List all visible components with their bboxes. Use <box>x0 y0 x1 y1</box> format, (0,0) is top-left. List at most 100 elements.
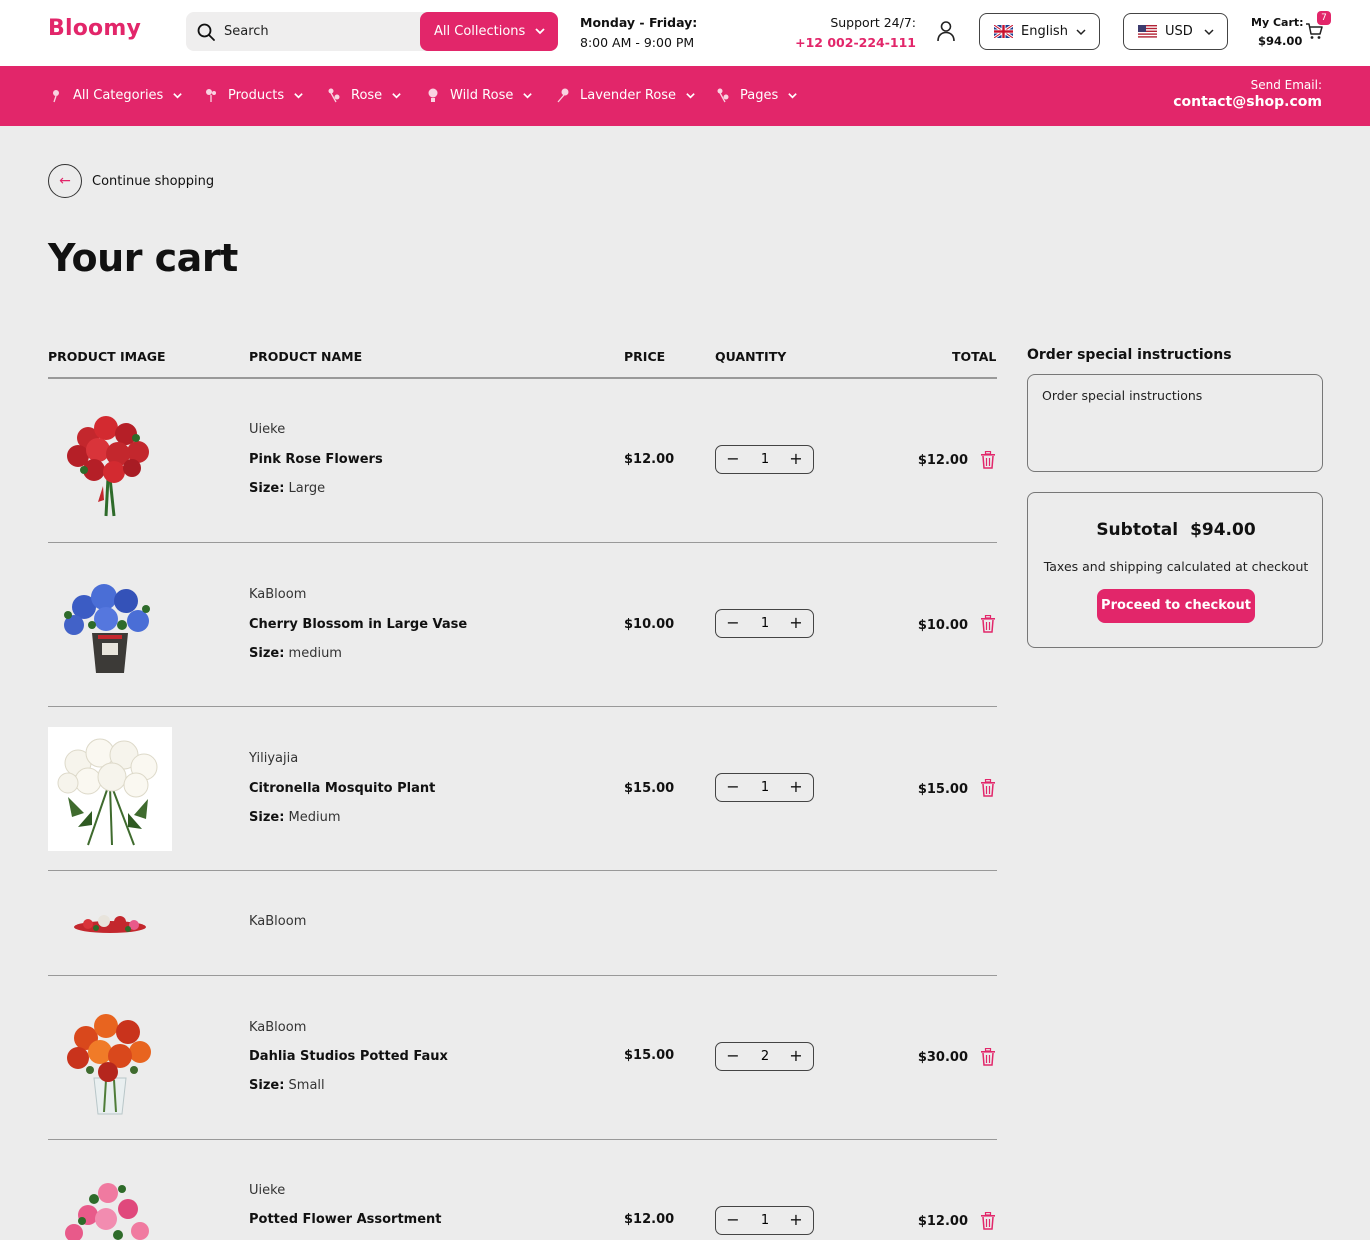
arrow-left-icon[interactable]: ← <box>48 164 82 198</box>
product-image[interactable] <box>48 398 172 522</box>
currency-selector[interactable]: USD <box>1123 13 1228 50</box>
hours-time: 8:00 AM - 9:00 PM <box>580 35 695 50</box>
quantity-stepper: − + <box>715 445 814 474</box>
chevron-down-icon <box>686 92 695 99</box>
plus-icon[interactable]: + <box>787 448 805 470</box>
chevron-down-icon <box>523 92 533 99</box>
minus-icon[interactable]: − <box>724 448 742 470</box>
nav-label: All Categories <box>73 87 164 103</box>
quantity-stepper: − + <box>715 1206 814 1235</box>
cart-row: Uieke Potted Flower Assortment $12.00 − … <box>48 1140 997 1240</box>
minus-icon[interactable]: − <box>724 612 742 634</box>
minus-icon[interactable]: − <box>724 1209 742 1231</box>
subtotal-value: $94.00 <box>1190 520 1256 540</box>
chevron-down-icon <box>173 92 183 99</box>
flower-icon <box>428 88 438 102</box>
page-title: Your cart <box>48 236 238 280</box>
size-value: Large <box>288 481 326 496</box>
instructions-title: Order special instructions <box>1027 347 1232 363</box>
nav-item-wild-rose[interactable]: Wild Rose <box>425 87 533 103</box>
flower-icon <box>557 88 569 103</box>
quantity-input[interactable] <box>750 1210 780 1230</box>
plus-icon[interactable]: + <box>787 1209 805 1231</box>
line-total: $15.00 <box>917 782 968 797</box>
search-input[interactable] <box>224 12 414 51</box>
flower-icon <box>328 88 340 103</box>
tax-note: Taxes and shipping calculated at checkou… <box>1043 559 1309 574</box>
cart-total: $94.00 <box>1258 34 1303 48</box>
product-name[interactable]: Citronella Mosquito Plant <box>249 781 435 796</box>
cart-row: Yiliyajia Citronella Mosquito Plant Size… <box>48 707 997 871</box>
instructions-textarea[interactable] <box>1027 374 1323 472</box>
send-email: Send Email: contact@shop.com <box>1173 78 1322 110</box>
product-price: $15.00 <box>624 1048 675 1063</box>
column-header-name: PRODUCT NAME <box>249 349 363 364</box>
plus-icon[interactable]: + <box>787 1045 805 1067</box>
chevron-down-icon <box>535 28 545 35</box>
trash-icon[interactable] <box>980 1048 996 1066</box>
continue-shopping-label: Continue shopping <box>92 173 215 189</box>
trash-icon[interactable] <box>980 615 996 633</box>
nav-item-pages[interactable]: Pages <box>715 87 798 103</box>
product-name[interactable]: Potted Flower Assortment <box>249 1212 442 1227</box>
product-image[interactable] <box>48 1175 172 1240</box>
size-value: Medium <box>288 810 341 825</box>
column-header-price: PRICE <box>624 349 666 364</box>
support-phone[interactable]: +12 002-224-111 <box>760 33 916 53</box>
product-image[interactable] <box>48 563 172 687</box>
nav-item-products[interactable]: Products <box>203 87 304 103</box>
cart-row: KaBloom <box>48 871 997 976</box>
plus-icon[interactable]: + <box>787 612 805 634</box>
line-total: $30.00 <box>917 1050 968 1065</box>
product-price: $12.00 <box>624 452 675 467</box>
plus-icon[interactable]: + <box>787 776 805 798</box>
uk-flag-icon <box>994 25 1013 38</box>
nav-label: Rose <box>351 87 383 103</box>
language-selector[interactable]: English <box>979 13 1100 50</box>
chevron-down-icon <box>1204 29 1214 36</box>
product-image[interactable] <box>48 727 172 851</box>
nav-item-all-categories[interactable]: All Categories <box>48 87 183 103</box>
user-icon[interactable] <box>936 20 956 42</box>
subtotal-label: Subtotal <box>1096 520 1179 540</box>
trash-icon[interactable] <box>980 779 996 797</box>
minus-icon[interactable]: − <box>724 776 742 798</box>
quantity-input[interactable] <box>750 613 780 633</box>
quantity-input[interactable] <box>750 449 780 469</box>
quantity-input[interactable] <box>750 777 780 797</box>
product-size: Size: medium <box>249 646 342 661</box>
trash-icon[interactable] <box>980 1212 996 1230</box>
line-total: $12.00 <box>917 453 968 468</box>
nav-item-rose[interactable]: Rose <box>326 87 402 103</box>
product-name[interactable]: Cherry Blossom in Large Vase <box>249 617 467 632</box>
product-size: Size: Medium <box>249 810 341 825</box>
chevron-down-icon <box>294 92 303 99</box>
hours-days: Monday - Friday: <box>580 15 698 30</box>
collections-label: All Collections <box>434 24 526 39</box>
product-price: $15.00 <box>624 781 675 796</box>
chevron-down-icon <box>788 92 798 99</box>
top-header: Bloomy All Collections Monday - Friday: … <box>0 0 1370 66</box>
quantity-input[interactable] <box>750 1046 780 1066</box>
chevron-down-icon <box>392 92 401 99</box>
minus-icon[interactable]: − <box>724 1045 742 1067</box>
mini-cart[interactable]: My Cart: $94.00 7 <box>1240 11 1336 54</box>
checkout-button[interactable]: Proceed to checkout <box>1097 589 1255 623</box>
order-summary: Subtotal $94.00 Taxes and shipping calcul… <box>1027 492 1323 648</box>
support-label: Support 24/7: <box>830 15 916 30</box>
product-image[interactable] <box>48 911 172 935</box>
product-name[interactable]: Pink Rose Flowers <box>249 452 383 467</box>
all-collections-dropdown[interactable]: All Collections <box>420 12 558 51</box>
trash-icon[interactable] <box>980 451 996 469</box>
nav-item-lavender-rose[interactable]: Lavender Rose <box>555 87 696 103</box>
search-icon[interactable] <box>196 22 216 42</box>
size-label: Size: <box>249 810 285 825</box>
line-total: $10.00 <box>917 618 968 633</box>
product-name[interactable]: Dahlia Studios Potted Faux <box>249 1049 448 1064</box>
quantity-stepper: − + <box>715 773 814 802</box>
support-info: Support 24/7: +12 002-224-111 <box>760 13 916 53</box>
logo[interactable]: Bloomy <box>48 16 141 41</box>
product-image[interactable] <box>48 996 172 1120</box>
email-link[interactable]: contact@shop.com <box>1173 94 1322 110</box>
continue-shopping-link[interactable]: ← Continue shopping <box>48 164 214 198</box>
